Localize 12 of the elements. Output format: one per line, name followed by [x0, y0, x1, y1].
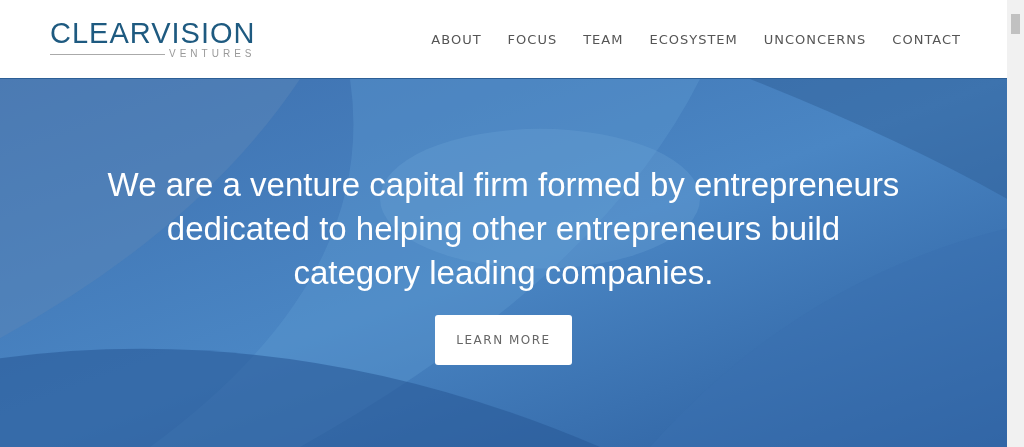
learn-more-button[interactable]: LEARN MORE — [435, 315, 572, 365]
hero-headline: We are a venture capital firm formed by entrepreneurs dedicated to helping other entrepreneurs build category leading companies. — [106, 165, 901, 293]
nav-link[interactable]: TEAM — [583, 31, 624, 47]
nav-link[interactable]: ABOUT — [431, 31, 482, 47]
logo-wordmark[interactable]: CLEARVISION — [50, 18, 256, 48]
nav-link[interactable]: CONTACT — [892, 31, 961, 47]
scrollbar[interactable] — [1007, 0, 1024, 447]
scrollbar-thumb[interactable] — [1011, 14, 1020, 34]
logo-tagline: VENTURES — [169, 48, 256, 60]
nav-link[interactable]: ECOSYSTEM — [649, 31, 738, 47]
nav-link[interactable]: FOCUS — [507, 31, 558, 47]
nav-link[interactable]: UNCONCERNS — [763, 31, 867, 47]
